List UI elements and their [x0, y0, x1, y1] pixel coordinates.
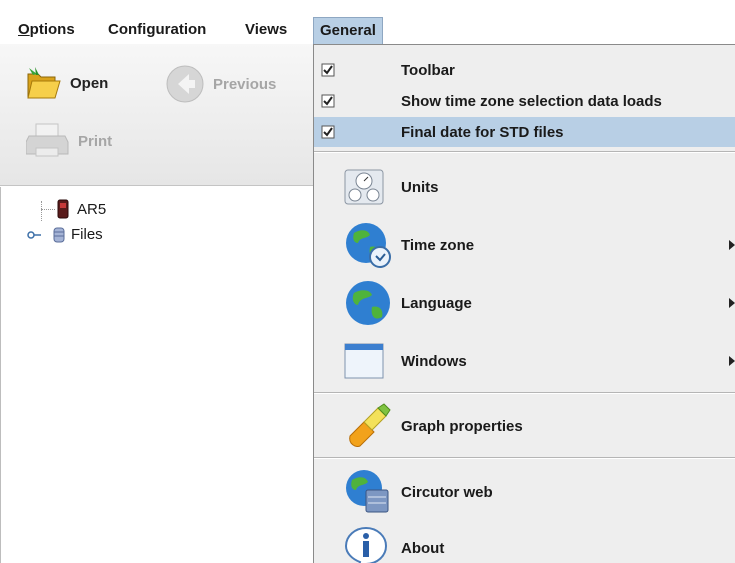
menu-item-units[interactable]: Units	[314, 159, 735, 215]
submenu-arrow-icon	[729, 298, 735, 308]
menu-item-label: About	[401, 539, 445, 557]
menu-item-label: Time zone	[401, 236, 475, 254]
checkbox-checked-icon[interactable]	[321, 94, 335, 108]
checkbox-checked-icon[interactable]	[321, 125, 335, 139]
menu-item-label: Circutor web	[401, 483, 493, 501]
menu-configuration[interactable]: Configuration	[108, 18, 206, 42]
menu-item-time-zone[interactable]: Time zone	[314, 217, 735, 273]
menu-separator	[314, 392, 735, 394]
menu-options[interactable]: Options	[18, 18, 75, 42]
menu-item-label: Show time zone selection data loads	[401, 92, 662, 110]
previous-button[interactable]: Previous	[165, 64, 276, 104]
tree-item-label: Files	[71, 226, 103, 243]
globe-server-icon	[346, 470, 389, 513]
toolbar: Open Previous Print	[0, 44, 313, 186]
menu-bar: Options Configuration Views General	[0, 0, 735, 44]
menu-item-label: Windows	[401, 352, 467, 370]
printer-icon	[26, 123, 69, 157]
window-icon	[344, 343, 384, 379]
back-arrow-icon	[166, 65, 204, 103]
submenu-arrow-icon	[729, 240, 735, 250]
info-icon	[344, 526, 388, 563]
submenu-arrow-icon	[729, 356, 735, 366]
menu-general[interactable]: General	[313, 17, 383, 44]
menu-item-circutor-web[interactable]: Circutor web	[314, 463, 735, 521]
menu-item-language[interactable]: Language	[314, 275, 735, 331]
menu-separator	[314, 151, 735, 153]
menu-views[interactable]: Views	[245, 18, 287, 42]
menu-item-label: Language	[401, 294, 472, 312]
menu-item-label: Toolbar	[401, 61, 455, 79]
checkbox-checked-icon[interactable]	[321, 63, 335, 77]
menu-item-label: Graph properties	[401, 417, 523, 435]
print-label: Print	[78, 132, 113, 150]
previous-label: Previous	[213, 75, 277, 93]
tree-item-label: AR5	[77, 200, 107, 218]
tree-item-files[interactable]: Files	[27, 226, 103, 243]
menu-separator	[314, 457, 735, 459]
device-icon	[57, 199, 69, 219]
database-icon	[53, 227, 65, 242]
tree-item-ar5[interactable]: AR5	[57, 199, 106, 219]
tree-connector	[41, 201, 42, 221]
open-folder-icon	[27, 67, 61, 99]
menu-item-about[interactable]: About	[314, 523, 735, 563]
expand-handle-icon[interactable]	[27, 230, 41, 240]
open-label: Open	[70, 74, 109, 92]
device-tree: AR5 Files	[0, 187, 313, 563]
paintbrush-icon	[349, 403, 391, 447]
gauges-icon	[344, 169, 384, 205]
menu-item-toolbar[interactable]: Toolbar	[314, 55, 735, 85]
general-menu: Toolbar Show time zone selection data lo…	[313, 44, 735, 563]
menu-item-label: Units	[401, 178, 439, 196]
menu-item-final-date[interactable]: Final date for STD files	[314, 117, 735, 147]
print-button[interactable]: Print	[26, 122, 112, 160]
menu-item-graph-properties[interactable]: Graph properties	[314, 397, 735, 455]
menu-item-windows[interactable]: Windows	[314, 333, 735, 389]
menu-item-show-time-zone[interactable]: Show time zone selection data loads	[314, 86, 735, 116]
globe-icon	[346, 281, 390, 325]
tree-connector	[41, 209, 55, 210]
open-button[interactable]: Open	[26, 66, 108, 100]
menu-item-label: Final date for STD files	[401, 123, 564, 141]
globe-clock-icon	[346, 223, 391, 268]
